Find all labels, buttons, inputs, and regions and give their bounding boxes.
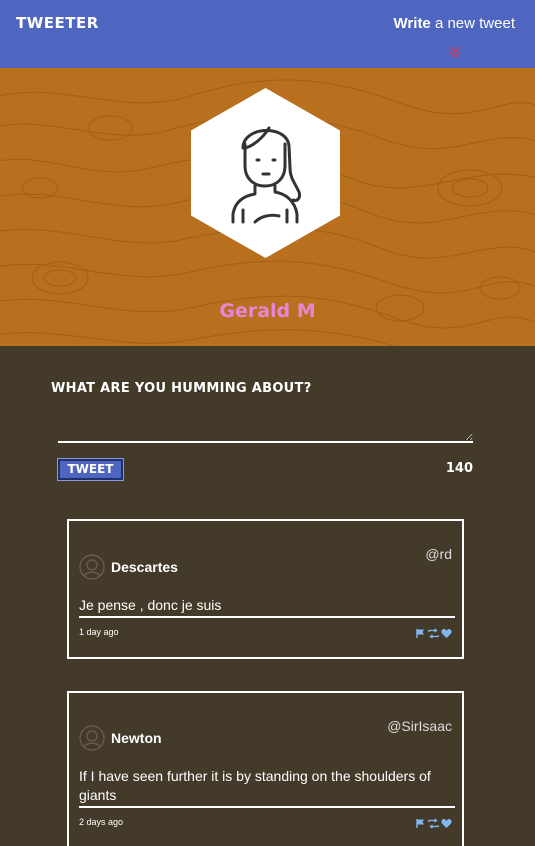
tweet-author: Descartes xyxy=(111,559,178,575)
person-avatar-icon xyxy=(191,88,340,258)
write-new-tweet-link[interactable]: Write a new tweet xyxy=(394,15,515,32)
brand-logo[interactable]: TWEETER xyxy=(16,14,99,32)
tweet-timestamp: 1 day ago xyxy=(79,627,119,637)
profile-name: Gerald M xyxy=(219,300,316,322)
character-counter: 140 xyxy=(445,461,473,476)
heart-icon[interactable] xyxy=(441,626,452,638)
heart-icon[interactable] xyxy=(441,816,452,828)
flag-icon[interactable] xyxy=(415,626,426,638)
tweet-textarea[interactable] xyxy=(58,405,473,443)
tweet-content: Je pense , donc je suis xyxy=(79,596,455,618)
compose-title: What are you humming about? xyxy=(51,381,312,396)
top-nav: TWEETER Write a new tweet xyxy=(0,0,535,68)
tweet-card: Newton @SirIsaac If I have seen further … xyxy=(67,691,464,846)
tweet-actions xyxy=(415,626,452,639)
author-avatar-icon xyxy=(79,554,105,580)
author-avatar-icon xyxy=(79,725,105,751)
tweet-button[interactable]: Tweet xyxy=(57,458,124,481)
profile-header: Gerald M xyxy=(0,68,535,346)
tweet-timestamp: 2 days ago xyxy=(79,817,124,827)
tweet-card: Descartes @rd Je pense , donc je suis 1 … xyxy=(67,519,464,659)
profile-avatar xyxy=(191,88,340,258)
compose-link-bold: Write xyxy=(393,15,431,32)
tweet-author: Newton xyxy=(111,730,162,746)
retweet-icon[interactable] xyxy=(428,816,439,829)
tweet-content: If I have seen further it is by standing… xyxy=(79,767,455,808)
compose-link-rest: a new tweet xyxy=(430,15,515,32)
tweet-actions xyxy=(415,816,452,829)
tweet-handle: @SirIsaac xyxy=(387,718,452,734)
tweet-handle: @rd xyxy=(425,546,452,562)
retweet-icon[interactable] xyxy=(428,626,439,639)
flag-icon[interactable] xyxy=(415,816,426,828)
double-chevron-down-icon[interactable] xyxy=(447,45,463,61)
